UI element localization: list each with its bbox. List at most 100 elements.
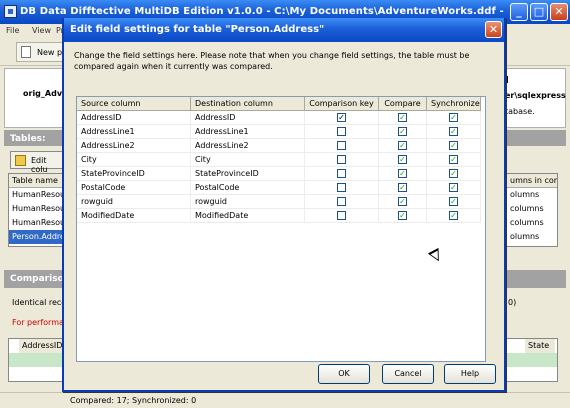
source-column-cell[interactable]: City [77,153,191,167]
comparison-key-cell: ✓ [305,111,379,125]
identical-records-tab[interactable]: Identical recor [12,298,69,307]
compare-checkbox[interactable]: ✓ [398,169,407,178]
compare-checkbox[interactable]: ✓ [398,155,407,164]
edit-icon [15,155,26,166]
edit-field-settings-dialog: Edit field settings for table "Person.Ad… [62,18,506,392]
synchronize-checkbox[interactable]: ✓ [449,183,458,192]
source-column-cell[interactable]: AddressID [77,111,191,125]
compare-checkbox[interactable]: ✓ [398,183,407,192]
destination-column-cell[interactable]: AddressLine1 [191,125,305,139]
source-column-cell[interactable]: rowguid [77,195,191,209]
comparison-key-checkbox[interactable] [337,127,346,136]
compare-checkbox[interactable]: ✓ [398,127,407,136]
source-column-cell[interactable]: StateProvinceID [77,167,191,181]
synchronize-cell: ✓ [427,111,481,125]
performance-notice: For performan [12,318,69,327]
source-column-cell[interactable]: PostalCode [77,181,191,195]
table-row[interactable]: HumanResou [9,216,69,230]
compare-checkbox[interactable]: ✓ [398,113,407,122]
comparison-key-cell [305,125,379,139]
destination-column-cell[interactable]: ModifiedDate [191,209,305,223]
compare-cell: ✓ [379,195,427,209]
dialog-close-button[interactable]: ✕ [485,21,502,38]
comparison-key-checkbox[interactable]: ✓ [337,113,346,122]
left-database-label: orig_Adve [23,89,68,98]
columns-cell: columns [510,218,544,227]
compare-cell: ✓ [379,167,427,181]
synchronize-checkbox[interactable]: ✓ [449,127,458,136]
compare-cell: ✓ [379,111,427,125]
close-button[interactable]: ✕ [550,3,568,21]
table-row-selected[interactable]: Person.Addre [9,230,69,244]
dialog-title-bar: Edit field settings for table "Person.Ad… [64,18,504,42]
source-column-cell[interactable]: AddressLine1 [77,125,191,139]
main-window-title: DB Data Difftective MultiDB Edition v1.0… [20,6,504,17]
comparison-key-checkbox[interactable] [337,141,346,150]
synchronize-checkbox[interactable]: ✓ [449,211,458,220]
synchronize-cell: ✓ [427,209,481,223]
minimize-button[interactable]: _ [510,3,528,21]
columns-cell: olumns [510,232,540,241]
comparison-key-checkbox[interactable] [337,183,346,192]
destination-column-cell[interactable]: AddressLine2 [191,139,305,153]
synchronize-cell: ✓ [427,195,481,209]
columns-cell: olumns [510,190,540,199]
destination-column-cell[interactable]: rowguid [191,195,305,209]
source-column-cell[interactable]: AddressLine2 [77,139,191,153]
ok-button[interactable]: OK [318,364,370,384]
comparison-key-cell [305,209,379,223]
records-col-state: State [525,339,555,353]
columns-cell: columns [510,204,544,213]
table-row[interactable]: HumanResou [9,188,69,202]
maximize-button[interactable]: □ [530,3,548,21]
header-synchronize: Synchronize [427,97,481,111]
compare-checkbox[interactable]: ✓ [398,197,407,206]
compare-cell: ✓ [379,139,427,153]
right-database-note: tabase. [505,107,535,116]
synchronize-checkbox[interactable]: ✓ [449,169,458,178]
synchronize-cell: ✓ [427,125,481,139]
edit-columns-button[interactable]: Edit colu [10,151,66,174]
cancel-button[interactable]: Cancel [382,364,434,384]
compare-cell: ✓ [379,181,427,195]
synchronize-checkbox[interactable]: ✓ [449,141,458,150]
synchronize-checkbox[interactable]: ✓ [449,197,458,206]
header-source-column: Source column [77,97,191,111]
menu-view[interactable]: View [32,26,51,35]
destination-column-cell[interactable]: City [191,153,305,167]
destination-column-cell[interactable]: AddressID [191,111,305,125]
edit-columns-label: Edit colu [31,156,48,174]
comparison-key-cell [305,195,379,209]
comparison-key-checkbox[interactable] [337,211,346,220]
app-icon [4,5,17,18]
table-name-header: Table name [9,174,69,188]
right-database-server: er\sqlexpress [505,91,566,100]
synchronize-checkbox[interactable]: ✓ [449,155,458,164]
synchronize-cell: ✓ [427,153,481,167]
synchronize-cell: ✓ [427,181,481,195]
records-count: 0) [508,298,517,307]
header-destination-column: Destination column [191,97,305,111]
menu-file[interactable]: File [6,26,19,35]
comparison-key-checkbox[interactable] [337,197,346,206]
compare-cell: ✓ [379,209,427,223]
table-row[interactable]: HumanResou [9,202,69,216]
synchronize-checkbox[interactable]: ✓ [449,113,458,122]
help-button[interactable]: Help [444,364,496,384]
source-column-cell[interactable]: ModifiedDate [77,209,191,223]
destination-column-cell[interactable]: StateProvinceID [191,167,305,181]
comparison-key-checkbox[interactable] [337,155,346,164]
compare-checkbox[interactable]: ✓ [398,211,407,220]
comparison-key-cell [305,181,379,195]
comparison-key-checkbox[interactable] [337,169,346,178]
synchronize-cell: ✓ [427,167,481,181]
destination-column-cell[interactable]: PostalCode [191,181,305,195]
header-compare: Compare [379,97,427,111]
comparison-key-cell [305,153,379,167]
synchronize-cell: ✓ [427,139,481,153]
compare-cell: ✓ [379,125,427,139]
comparison-key-cell [305,139,379,153]
status-bar: Compared: 17; Synchronized: 0 [0,392,570,408]
compare-checkbox[interactable]: ✓ [398,141,407,150]
header-comparison-key: Comparison key [305,97,379,111]
